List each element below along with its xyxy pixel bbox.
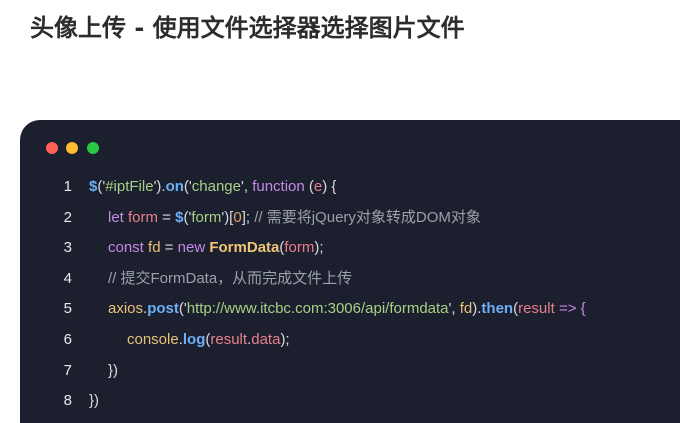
code-token: form [128, 208, 159, 226]
code-text: // 提交FormData，从而完成文件上传 [108, 264, 352, 295]
code-line: 7}) [20, 356, 680, 387]
code-token: // 提交FormData，从而完成文件上传 [108, 269, 353, 287]
line-number: 8 [63, 392, 72, 410]
code-token: = [158, 208, 176, 226]
code-token: http://www.itcbc.com:3006/api/formdata [186, 300, 449, 318]
code-token: }) [108, 361, 119, 379]
line-number: 2 [63, 208, 72, 226]
close-dot-icon [46, 142, 58, 154]
maximize-dot-icon [87, 142, 99, 154]
code-token: on [165, 178, 184, 195]
code-token: (' [178, 300, 187, 318]
line-number: 6 [63, 330, 72, 348]
code-token: form [284, 239, 315, 257]
code-line: 3 const fd = new FormData(form); [20, 233, 680, 264]
code-token: ( [304, 178, 314, 195]
code-token: new [177, 239, 206, 257]
page-title: 头像上传 - 使用文件选择器选择图片文件 [30, 14, 465, 42]
code-token: // 需要将jQuery对象转成DOM对象 [254, 208, 481, 226]
code-token: data [251, 330, 281, 348]
code-token: fd [148, 239, 161, 257]
code-line: 5 axios.post('http://www.itcbc.com:3006/a… [20, 294, 680, 325]
code-token: change [191, 178, 241, 195]
code-token: post [147, 300, 179, 318]
code-token: 0 [233, 208, 242, 226]
code-token: }) [89, 392, 100, 410]
code-text: const fd = new FormData(form); [108, 233, 324, 264]
code-token: e [313, 178, 323, 195]
code-token: '). [153, 178, 166, 195]
code-token: axios [108, 300, 144, 318]
code-token: result [518, 300, 555, 318]
code-token: ); [280, 330, 290, 348]
code-token: ', [448, 300, 460, 318]
code-token: = [160, 239, 178, 257]
code-token: ) { [322, 178, 337, 195]
code-token: console [127, 330, 179, 348]
line-number: 1 [63, 178, 72, 195]
code-token: ')[ [221, 208, 234, 226]
code-block: 1 $('#iptFile').on('change', function (e)… [20, 120, 680, 423]
code-line: 1 $('#iptFile').on('change', function (e)… [20, 172, 680, 203]
line-number: 7 [63, 361, 72, 379]
code-token: fd [459, 300, 473, 318]
code-token: form [191, 208, 222, 226]
code-text: }) [108, 356, 118, 387]
minimize-dot-icon [66, 142, 78, 154]
code-token: let [108, 208, 124, 226]
code-token: function [252, 178, 305, 195]
code-token: (' [183, 178, 192, 195]
code-text: console.log(result.data); [127, 325, 290, 356]
code-line: 6 console.log(result.data); [20, 325, 680, 356]
code-token: ]; [241, 208, 255, 226]
code-token: ); [314, 239, 324, 257]
code-token: #iptFile [105, 178, 154, 195]
code-lines: 1 $('#iptFile').on('change', function (e)… [20, 172, 680, 417]
code-line: 2 let form = $('form')[0]; // 需要将jQuery对象… [20, 203, 680, 234]
code-text: $('#iptFile').on('change', function (e) … [89, 172, 336, 203]
code-token: log [182, 330, 206, 348]
code-text: }) [89, 386, 99, 417]
code-token: result [210, 330, 248, 348]
code-token: FormData [209, 239, 280, 257]
line-number: 4 [63, 269, 72, 287]
code-token: const [108, 239, 144, 257]
code-token: ', [241, 178, 253, 195]
code-line: 8}) [20, 386, 680, 417]
code-line: 4 // 提交FormData，从而完成文件上传 [20, 264, 680, 295]
line-number: 5 [63, 300, 72, 318]
code-text: let form = $('form')[0]; // 需要将jQuery对象转… [108, 203, 481, 234]
code-token: => { [554, 300, 586, 318]
line-number: 3 [63, 239, 72, 257]
code-text: axios.post('http://www.itcbc.com:3006/ap… [108, 294, 586, 325]
code-token: then [481, 300, 514, 318]
